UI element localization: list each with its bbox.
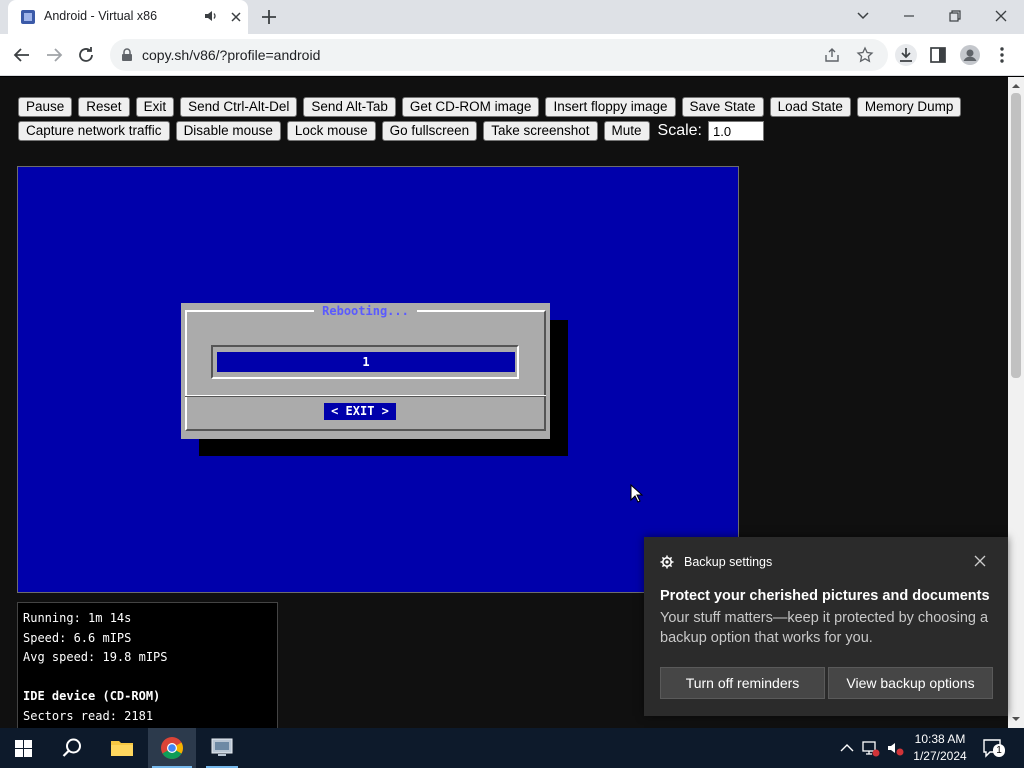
send-ctrl-alt-del-button[interactable]: Send Ctrl-Alt-Del [180, 97, 298, 117]
gauge-value: 1 [217, 352, 515, 372]
search-icon [62, 738, 81, 757]
close-icon[interactable] [228, 9, 244, 25]
restore-icon[interactable] [942, 4, 968, 28]
vm-exit-button[interactable]: < EXIT > [324, 403, 396, 420]
address-bar[interactable]: copy.sh/v86/?profile=android [110, 39, 888, 71]
turn-off-reminders-button[interactable]: Turn off reminders [660, 667, 825, 699]
side-panel-icon[interactable] [926, 43, 950, 67]
scale-label: Scale: [657, 122, 702, 139]
memory-dump-button[interactable]: Memory Dump [856, 97, 962, 117]
stat-running: Running: 1m 14s [23, 611, 132, 625]
control-row-1: Pause Reset Exit Send Ctrl-Alt-Del Send … [18, 97, 962, 117]
toast-close-icon[interactable] [974, 555, 986, 567]
minimize-icon[interactable] [896, 4, 922, 28]
windows-start-icon [15, 740, 32, 757]
reset-button[interactable]: Reset [78, 97, 130, 117]
scroll-up-icon[interactable] [1012, 82, 1020, 90]
stat-avg-speed: Avg speed: 19.8 mIPS [23, 650, 168, 664]
gear-icon [660, 555, 674, 569]
window-close-icon[interactable] [988, 4, 1014, 28]
taskbar-chrome[interactable] [148, 728, 196, 768]
computer-app-icon [211, 738, 233, 756]
stat-ide-heading: IDE device (CD-ROM) [23, 689, 161, 703]
clock-time: 10:38 AM [914, 732, 966, 746]
page-scrollbar[interactable] [1008, 77, 1024, 728]
scroll-thumb[interactable] [1011, 93, 1021, 378]
progress-gauge: 1 [211, 345, 519, 379]
star-icon[interactable] [856, 46, 874, 64]
lock-icon[interactable] [120, 48, 134, 62]
exit-button[interactable]: Exit [135, 97, 175, 117]
stat-speed: Speed: 6.6 mIPS [23, 630, 132, 645]
toast-app-name: Backup settings [684, 555, 773, 569]
control-row-2: Capture network traffic Disable mouse Lo… [18, 121, 764, 141]
v86-favicon-icon [21, 10, 35, 24]
stat-sectors-read: Sectors read: 2181 [23, 708, 154, 723]
insert-floppy-button[interactable]: Insert floppy image [545, 97, 676, 117]
scroll-down-icon[interactable] [1012, 715, 1020, 723]
runtime-stats: Running: 1m 14s Speed: 6.6 mIPS Avg spee… [17, 602, 278, 728]
fullscreen-button[interactable]: Go fullscreen [381, 121, 478, 141]
tab-title: Android - Virtual x86 [44, 9, 158, 23]
disable-mouse-button[interactable]: Disable mouse [175, 121, 281, 141]
taskbar-clock[interactable]: 10:38 AM 1/27/2024 [910, 731, 970, 765]
pause-button[interactable]: Pause [18, 97, 73, 117]
notification-count-badge: 1 [993, 744, 1005, 757]
get-cdrom-image-button[interactable]: Get CD-ROM image [401, 97, 540, 117]
forward-icon[interactable] [42, 43, 66, 67]
mouse-cursor-icon [630, 484, 644, 503]
back-icon[interactable] [10, 43, 34, 67]
audio-playing-icon[interactable] [204, 9, 218, 23]
take-screenshot-button[interactable]: Take screenshot [483, 121, 598, 141]
notification-center-button[interactable]: 1 [982, 738, 1005, 758]
tab-search-icon[interactable] [850, 4, 876, 28]
dialog-title: Rebooting... [314, 304, 417, 318]
start-button[interactable] [0, 728, 48, 768]
lock-mouse-button[interactable]: Lock mouse [286, 121, 376, 141]
file-explorer-icon [111, 741, 133, 756]
share-icon[interactable] [824, 47, 840, 63]
download-icon[interactable] [894, 43, 918, 67]
new-tab-icon[interactable] [258, 6, 280, 28]
reboot-dialog: Rebooting... 1 < EXIT > [181, 303, 550, 439]
profile-icon[interactable] [958, 43, 982, 67]
browser-toolbar: copy.sh/v86/?profile=android [0, 34, 1024, 76]
taskbar-app[interactable] [198, 728, 246, 768]
network-icon[interactable] [862, 739, 880, 757]
url-text[interactable]: copy.sh/v86/?profile=android [142, 47, 320, 63]
view-backup-options-button[interactable]: View backup options [828, 667, 993, 699]
save-state-button[interactable]: Save State [681, 97, 764, 117]
vm-screen[interactable]: Rebooting... 1 < EXIT > [17, 166, 739, 593]
clock-date: 1/27/2024 [913, 749, 967, 763]
load-state-button[interactable]: Load State [769, 97, 851, 117]
volume-icon[interactable] [886, 739, 904, 757]
windows-taskbar: 10:38 AM 1/27/2024 1 [0, 728, 1024, 768]
taskbar-search[interactable] [48, 728, 96, 768]
reload-icon[interactable] [74, 43, 98, 67]
chrome-icon [161, 737, 183, 759]
show-hidden-icons-icon[interactable] [838, 739, 856, 757]
browser-tab[interactable]: Android - Virtual x86 [8, 0, 248, 34]
dialog-separator [185, 395, 546, 397]
toast-headline: Protect your cherished pictures and docu… [660, 588, 990, 604]
mute-button[interactable]: Mute [603, 121, 650, 141]
scale-input[interactable] [708, 121, 764, 141]
tab-strip: Android - Virtual x86 [0, 0, 1024, 34]
send-alt-tab-button[interactable]: Send Alt-Tab [303, 97, 396, 117]
backup-notification: Backup settings Protect your cherished p… [644, 537, 1008, 716]
taskbar-file-explorer[interactable] [98, 728, 146, 768]
toast-body: Your stuff matters—keep it protected by … [660, 610, 989, 646]
capture-network-button[interactable]: Capture network traffic [18, 121, 170, 141]
stat-spacer [23, 668, 272, 688]
menu-icon[interactable] [990, 43, 1014, 67]
